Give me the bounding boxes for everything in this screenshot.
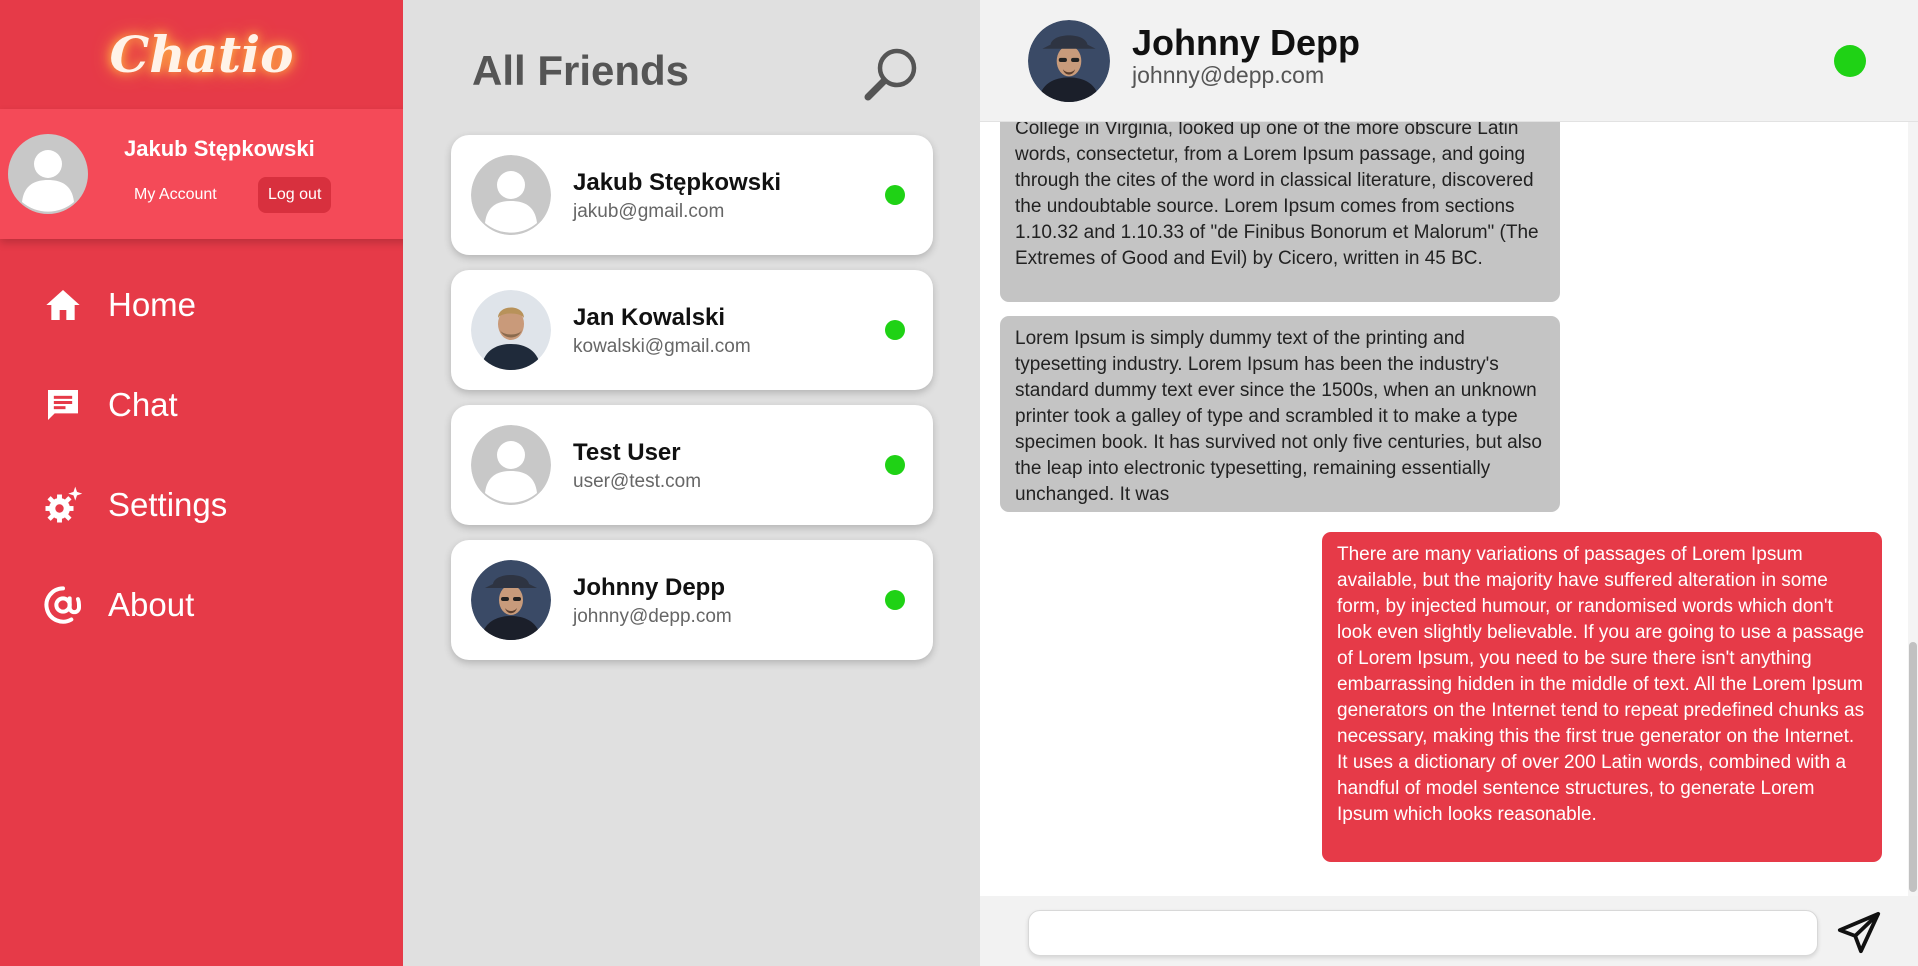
friend-name: Jakub Stępkowski — [573, 169, 782, 196]
friend-email: jakub@gmail.com — [573, 201, 725, 222]
chat-header: Johnny Depp johnny@depp.com — [980, 0, 1918, 122]
at-sign-icon — [42, 584, 84, 626]
friend-name: Test User — [573, 439, 681, 466]
friend-name: Jan Kowalski — [573, 304, 726, 331]
friend-email: johnny@depp.com — [573, 606, 732, 627]
send-button[interactable] — [1836, 910, 1882, 956]
chat-contact-name: Johnny Depp — [1132, 22, 1361, 63]
friend-card[interactable]: Jakub Stępkowski jakub@gmail.com — [451, 135, 933, 255]
profile-name: Jakub Stępkowski — [124, 136, 315, 161]
nav-item-label: Home — [108, 286, 197, 323]
message-input[interactable] — [1028, 910, 1818, 956]
friend-email: user@test.com — [573, 471, 702, 492]
my-account-button[interactable]: My Account — [124, 177, 227, 213]
online-status-dot — [885, 455, 905, 475]
online-status-dot — [885, 320, 905, 340]
online-status-dot — [885, 185, 905, 205]
photo-avatar — [471, 290, 551, 370]
message-scrollbar[interactable] — [1908, 122, 1918, 896]
online-status-dot — [1834, 45, 1866, 77]
search-button[interactable] — [859, 44, 923, 104]
profile-card: Jakub Stępkowski My Account Log out — [0, 109, 415, 239]
friend-email: kowalski@gmail.com — [573, 336, 751, 357]
chat-contact-email: johnny@depp.com — [1132, 62, 1325, 88]
chat-panel: Johnny Depp johnny@depp.com College in V… — [980, 0, 1918, 966]
chat-icon — [42, 384, 84, 426]
friend-card[interactable]: Jan Kowalski kowalski@gmail.com — [451, 270, 933, 390]
nav-item-about[interactable]: About — [0, 555, 403, 655]
scrollbar-thumb[interactable] — [1909, 642, 1917, 892]
incoming-message: Lorem Ipsum is simply dummy text of the … — [1000, 316, 1560, 512]
nav-item-home[interactable]: Home — [0, 255, 403, 355]
home-icon — [42, 284, 84, 326]
friend-name: Johnny Depp — [573, 574, 726, 601]
default-avatar-icon — [471, 155, 551, 235]
logout-button[interactable]: Log out — [258, 177, 332, 213]
send-icon — [1836, 911, 1882, 960]
friend-card[interactable]: Test User user@test.com — [451, 405, 933, 525]
search-icon — [859, 48, 923, 108]
sidebar: Chatio Jakub Stępkowski My Account Log o… — [0, 0, 415, 966]
friends-title: All Friends — [472, 47, 690, 94]
default-avatar-icon[interactable] — [8, 134, 88, 214]
nav-item-label: Chat — [108, 386, 178, 423]
friend-card[interactable]: Johnny Depp johnny@depp.com — [451, 540, 933, 660]
friends-panel: All Friends Jakub Stępkowski jakub@gmail… — [403, 0, 980, 966]
main-nav: Home Chat Settings About — [0, 255, 403, 655]
nav-item-label: Settings — [108, 486, 228, 523]
nav-item-chat[interactable]: Chat — [0, 355, 403, 455]
settings-icon — [42, 484, 84, 526]
online-status-dot — [885, 590, 905, 610]
message-composer — [980, 896, 1918, 966]
photo-avatar — [471, 560, 551, 640]
outgoing-message: There are many variations of passages of… — [1322, 532, 1882, 862]
message-list[interactable]: College in Virginia, looked up one of th… — [980, 122, 1918, 896]
app-logo[interactable]: Chatio — [0, 0, 403, 109]
nav-item-label: About — [108, 586, 195, 623]
nav-item-settings[interactable]: Settings — [0, 455, 403, 555]
photo-avatar[interactable] — [1028, 20, 1110, 102]
default-avatar-icon — [471, 425, 551, 505]
incoming-message: College in Virginia, looked up one of th… — [1000, 122, 1560, 302]
